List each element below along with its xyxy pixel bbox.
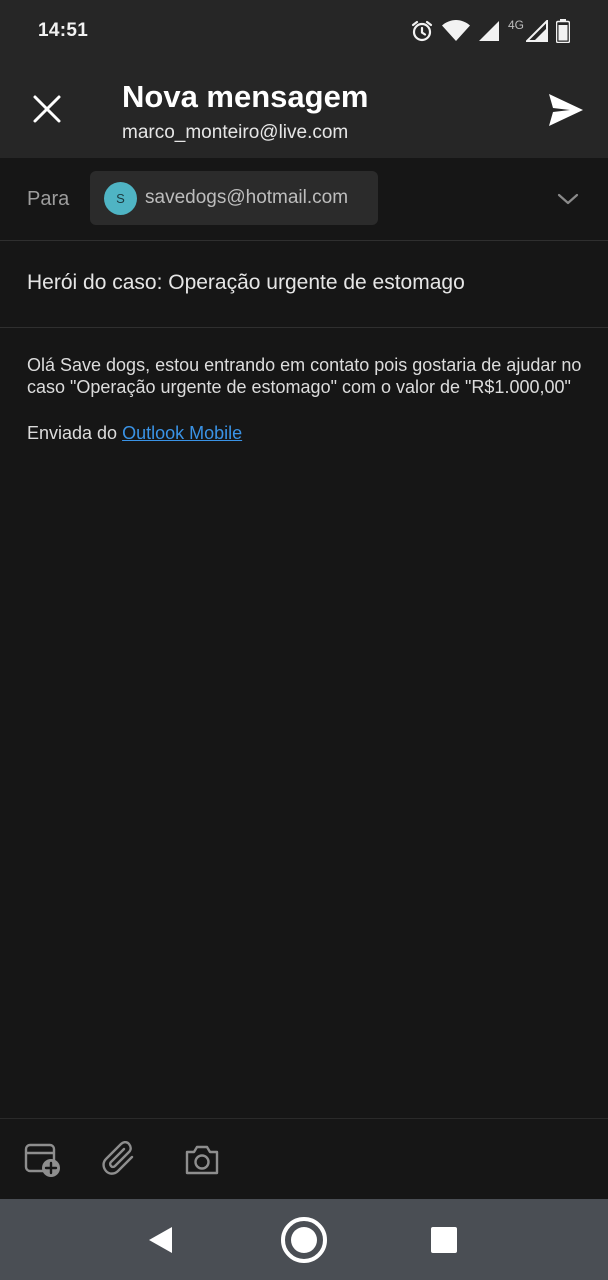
- attach-file-button[interactable]: [102, 1140, 140, 1179]
- status-time: 14:51: [38, 20, 89, 41]
- navigation-bar: [0, 1199, 608, 1280]
- compose-toolbar: [0, 1118, 608, 1199]
- app-bar: Nova mensagem marco_monteiro@live.com: [0, 62, 608, 158]
- status-bar: 14:51 4G: [0, 0, 608, 62]
- signature-prefix: Enviada do: [27, 423, 123, 443]
- close-button[interactable]: [28, 90, 66, 128]
- alarm-icon: [410, 19, 434, 43]
- camera-icon: [185, 1145, 219, 1175]
- wifi-icon: [441, 20, 470, 42]
- calendar-add-icon: [24, 1143, 60, 1177]
- sender-account: marco_monteiro@live.com: [122, 122, 349, 143]
- signal-icon: [526, 20, 548, 42]
- close-icon: [33, 95, 61, 123]
- home-icon: [281, 1217, 327, 1263]
- camera-button[interactable]: [183, 1141, 221, 1179]
- home-button[interactable]: [280, 1216, 328, 1269]
- subject-field[interactable]: Herói do caso: Operação urgente de estom…: [0, 241, 608, 328]
- message-body[interactable]: Olá Save dogs, estou entrando em contato…: [27, 354, 587, 444]
- status-icons: 4G: [410, 18, 570, 43]
- send-icon: [549, 94, 583, 126]
- attach-icon: [102, 1140, 134, 1175]
- expand-recipients-button[interactable]: [556, 188, 580, 212]
- recipient-initial: S: [116, 190, 125, 206]
- recents-button[interactable]: [430, 1226, 458, 1259]
- to-label: Para: [27, 187, 70, 210]
- recipient-avatar: S: [104, 181, 137, 215]
- recipient-email: savedogs@hotmail.com: [145, 187, 349, 208]
- battery-icon: [556, 19, 570, 43]
- compose-screen: 14:51 4G Nova mensagem marco_monteiro@li…: [0, 0, 608, 1280]
- chevron-down-icon: [557, 193, 579, 205]
- outlook-mobile-link[interactable]: Outlook Mobile: [122, 423, 242, 443]
- body-text: Olá Save dogs, estou entrando em contato…: [27, 355, 582, 397]
- back-button[interactable]: [146, 1225, 176, 1260]
- signal-icon: [478, 20, 500, 42]
- recents-icon: [431, 1227, 457, 1253]
- insert-event-button[interactable]: [24, 1141, 62, 1179]
- network-type: 4G: [507, 18, 524, 32]
- page-title: Nova mensagem: [122, 79, 369, 114]
- recipient-chip[interactable]: S savedogs@hotmail.com: [90, 171, 378, 225]
- to-row: Para S savedogs@hotmail.com: [0, 158, 608, 241]
- back-icon: [149, 1227, 172, 1253]
- send-button[interactable]: [546, 90, 586, 130]
- signature: Enviada do Outlook Mobile: [27, 422, 587, 444]
- subject-text: Herói do caso: Operação urgente de estom…: [27, 271, 465, 294]
- title-block: Nova mensagem marco_monteiro@live.com: [122, 78, 368, 146]
